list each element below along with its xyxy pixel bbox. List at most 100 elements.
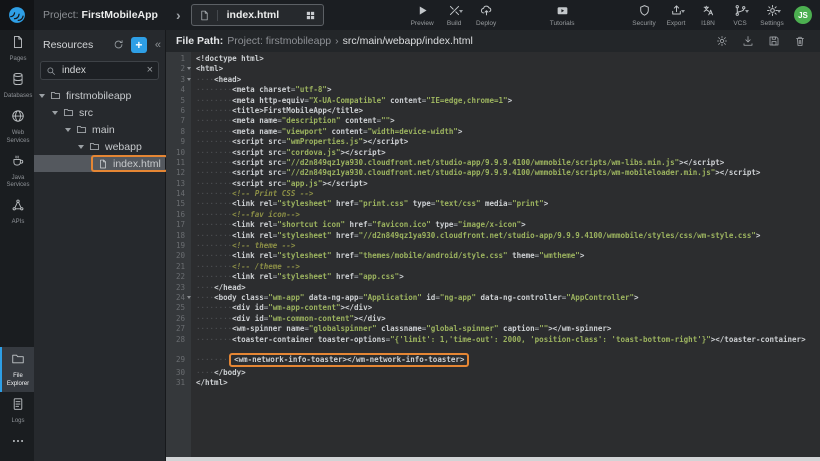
deploy-button[interactable]: Deploy <box>470 0 502 30</box>
code-token: ></div> <box>354 314 386 323</box>
indent-whitespace: ········ <box>196 199 232 208</box>
code-text: ········<link rel="stylesheet" href="app… <box>191 272 404 282</box>
tree-caret-icon[interactable] <box>39 94 45 98</box>
code-token: <!--fav icon--> <box>232 210 300 219</box>
fold-marker-icon[interactable] <box>187 67 191 70</box>
sidebar-item-apis[interactable]: APIs <box>0 193 34 230</box>
sidebar-item-java-services[interactable]: Java Services <box>0 149 34 193</box>
sidebar-item-web-services[interactable]: Web Services <box>0 104 34 148</box>
code-line-13[interactable]: 13········<script src="app.js"></script> <box>166 179 820 189</box>
code-line-4[interactable]: 4········<meta charset="utf-8"> <box>166 85 820 95</box>
code-editor[interactable]: 1<!doctype html>2<html>3····<head>4·····… <box>166 52 820 461</box>
fold-marker-icon[interactable] <box>187 78 191 81</box>
vcs-button[interactable]: VCS <box>724 0 756 30</box>
folder-icon <box>50 90 61 101</box>
tree-item-webapp[interactable]: webapp <box>34 138 165 155</box>
delete-file-button[interactable] <box>794 35 806 47</box>
download-file-button[interactable] <box>742 35 754 47</box>
code-line-9[interactable]: 9········<script src="wmProperties.js"><… <box>166 137 820 147</box>
sidebar-item-pages[interactable]: Pages <box>0 30 34 67</box>
line-number: 9 <box>166 137 191 147</box>
avatar[interactable]: JS <box>794 6 812 24</box>
export-button[interactable]: Export <box>660 0 692 30</box>
code-line-26[interactable]: 26········<div id="wm-common-content"></… <box>166 314 820 324</box>
code-line-12[interactable]: 12········<script src="//d2n849qz1ya930.… <box>166 168 820 178</box>
code-token: </head> <box>214 283 246 292</box>
preview-button[interactable]: Preview <box>406 0 438 30</box>
refresh-icon[interactable] <box>113 39 124 50</box>
line-number: 16 <box>166 210 191 220</box>
save-file-button[interactable] <box>768 35 780 47</box>
tree-caret-icon[interactable] <box>78 145 84 149</box>
grid-icon[interactable] <box>305 10 316 21</box>
code-token: <!-- /theme --> <box>232 262 300 271</box>
build-icon <box>448 4 461 18</box>
fold-marker-icon[interactable] <box>187 296 191 299</box>
code-line-10[interactable]: 10········<script src="cordova.js"></scr… <box>166 148 820 158</box>
security-button[interactable]: Security <box>628 0 660 30</box>
line-number: 25 <box>166 303 191 313</box>
search-input[interactable] <box>60 64 143 77</box>
sidebar-item-more[interactable] <box>0 429 34 457</box>
editor-settings-button[interactable] <box>716 35 728 47</box>
tab-index-html[interactable]: index.html <box>191 4 325 26</box>
sidebar-item-logs[interactable]: Logs <box>0 392 34 429</box>
code-line-25[interactable]: 25········<div id="wm-app-content"></div… <box>166 303 820 313</box>
tutorials-button[interactable]: Tutorials <box>546 0 578 30</box>
code-token: "shortcut icon" <box>277 220 345 229</box>
code-token: <html> <box>196 64 223 73</box>
code-line-2[interactable]: 2<html> <box>166 64 820 74</box>
sidebar-item-file-explorer[interactable]: File Explorer <box>0 347 34 391</box>
code-line-19[interactable]: 19········<!-- theme --> <box>166 241 820 251</box>
code-token: FirstMobileApp <box>264 106 327 115</box>
line-number: 11 <box>166 158 191 168</box>
horizontal-scrollbar[interactable] <box>166 457 820 461</box>
line-number: 28 <box>166 335 191 345</box>
sidebar-item-databases[interactable]: Databases <box>0 67 34 104</box>
clear-search-icon[interactable]: × <box>147 65 153 76</box>
collapse-panel-icon[interactable]: « <box>154 39 162 51</box>
code-line-18[interactable]: 18········<link rel="stylesheet" href="/… <box>166 231 820 241</box>
tree-item-src[interactable]: src <box>34 104 165 121</box>
code-line-3[interactable]: 3····<head> <box>166 75 820 85</box>
tree-caret-icon[interactable] <box>65 128 71 132</box>
code-line-23[interactable]: 23····</head> <box>166 283 820 293</box>
line-number: 3 <box>166 75 191 85</box>
code-line-6[interactable]: 6········<title>FirstMobileApp</title> <box>166 106 820 116</box>
code-line-27[interactable]: 27········<wm-spinner name="globalspinne… <box>166 324 820 334</box>
code-line-5[interactable]: 5········<meta http-equiv="X-UA-Compatib… <box>166 96 820 106</box>
play-icon <box>416 4 429 18</box>
build-button[interactable]: Build <box>438 0 470 30</box>
code-line-7[interactable]: 7········<meta name="description" conten… <box>166 116 820 126</box>
i18n-button[interactable]: I18N <box>692 0 724 30</box>
code-line-8[interactable]: 8········<meta name="viewport" content="… <box>166 127 820 137</box>
tree-item-main[interactable]: main <box>34 121 165 138</box>
wavemaker-logo-icon[interactable] <box>0 0 34 30</box>
file-path-project: Project: firstmobileapp <box>227 35 331 47</box>
code-line-11[interactable]: 11········<script src="//d2n849qz1ya930.… <box>166 158 820 168</box>
indent-whitespace: ········ <box>196 220 232 229</box>
code-line-29[interactable]: 29········<wm-network-info-toaster></wm-… <box>166 352 820 368</box>
code-line-14[interactable]: 14········<!-- Print CSS --> <box>166 189 820 199</box>
tree-caret-icon[interactable] <box>52 111 58 115</box>
code-text: <!doctype html> <box>191 54 264 64</box>
tree-item-index.html[interactable]: index.html <box>34 155 165 172</box>
sidebar-item-label: Web Services <box>2 130 34 144</box>
tree-item-firstmobileapp[interactable]: firstmobileapp <box>34 87 165 104</box>
code-line-28[interactable]: 28········<toaster-container toaster-opt… <box>166 335 820 345</box>
code-line-31[interactable]: 31</html> <box>166 378 820 388</box>
topbar: Project: FirstMobileApp › index.html Pre… <box>0 0 820 30</box>
code-line-17[interactable]: 17········<link rel="shortcut icon" href… <box>166 220 820 230</box>
code-line-1[interactable]: 1<!doctype html> <box>166 54 820 64</box>
toolbar-button-label: Preview <box>411 20 434 27</box>
settings-button[interactable]: Settings <box>756 0 788 30</box>
code-line-20[interactable]: 20········<link rel="stylesheet" href="t… <box>166 251 820 261</box>
code-line-22[interactable]: 22········<link rel="stylesheet" href="a… <box>166 272 820 282</box>
code-line-24[interactable]: 24····<body class="wm-app" data-ng-app="… <box>166 293 820 303</box>
code-line-16[interactable]: 16········<!--fav icon--> <box>166 210 820 220</box>
add-resource-button[interactable]: + <box>131 37 147 53</box>
code-line-21[interactable]: 21········<!-- /theme --> <box>166 262 820 272</box>
code-line-15[interactable]: 15········<link rel="stylesheet" href="p… <box>166 199 820 209</box>
resources-title: Resources <box>43 39 106 51</box>
code-line-30[interactable]: 30····</body> <box>166 368 820 378</box>
